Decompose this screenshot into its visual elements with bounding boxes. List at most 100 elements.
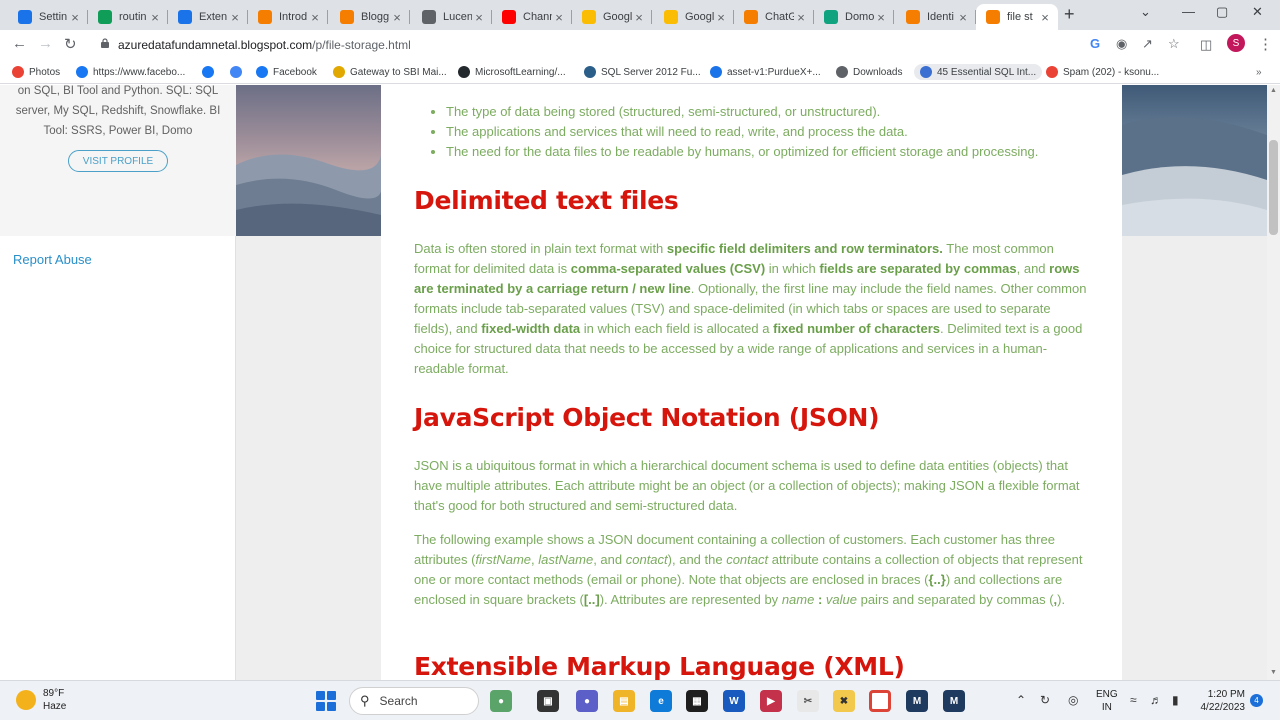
bookmark-item[interactable]: SQL Server 2012 Fu... [584,64,701,80]
browser-tab[interactable]: Googl × [572,4,652,30]
bookmark-item[interactable] [230,64,247,80]
notification-badge[interactable]: 4 [1250,694,1263,707]
tab-label: ChatG [765,11,794,23]
browser-tab[interactable]: Lucen × [412,4,492,30]
bold-run: : [814,592,826,607]
file-explorer-icon[interactable]: ▤ [613,690,635,712]
bookmark-item[interactable]: Photos [12,64,60,80]
close-icon[interactable]: × [956,10,970,25]
paint-icon[interactable]: ✖ [833,690,855,712]
visit-profile-button[interactable]: VISIT PROFILE [68,150,168,172]
chrome-icon[interactable] [869,690,891,712]
back-icon[interactable]: ← [12,35,27,52]
reload-icon[interactable]: ↻ [64,35,77,53]
chat-icon[interactable]: ● [576,690,598,712]
app-icon[interactable]: M [943,690,965,712]
browser-tab[interactable]: Domo × [814,4,894,30]
battery-icon[interactable]: ▮ [1172,693,1179,707]
tab-label: Settin [39,11,68,23]
more-bookmarks-icon[interactable]: » [1256,64,1262,80]
browser-tab[interactable]: file st × [976,4,1058,30]
browser-tab[interactable]: Identi × [896,4,976,30]
task-view-icon[interactable]: ▣ [537,690,559,712]
wifi-icon[interactable]: ≈ [1130,693,1137,707]
close-icon[interactable]: × [874,10,888,25]
bookmark-item[interactable]: MicrosoftLearning/... [458,64,566,80]
weather-widget[interactable]: 89°F Haze [16,687,66,713]
app-icon[interactable]: M [906,690,928,712]
bookmark-item[interactable]: Facebook [256,64,317,80]
bookmark-label: asset-v1:PurdueX+... [727,66,821,78]
blogger-icon [340,10,354,24]
close-icon[interactable]: × [472,10,486,25]
close-icon[interactable]: × [1038,10,1052,25]
profile-bio: on SQL, BI Tool and Python. SQL: SQL ser… [10,85,226,141]
scrollbar-thumb[interactable] [1269,140,1278,235]
navigation-bar: ← → ↻ azuredatafundamnetal.blogspot.com/… [0,30,1280,60]
bookmark-item[interactable]: Gateway to SBI Mai... [333,64,447,80]
blogger-icon [986,10,1000,24]
close-icon[interactable]: × [148,10,162,25]
close-icon[interactable]: × [68,10,82,25]
language-indicator[interactable]: ENG IN [1096,688,1118,714]
bookmark-item[interactable]: https://www.facebo... [76,64,185,80]
forward-icon[interactable]: → [38,35,53,52]
star-icon[interactable]: ☆ [1168,36,1180,52]
report-abuse-link[interactable]: Report Abuse [13,252,92,267]
bookmark-item[interactable] [202,64,219,80]
bookmark-item[interactable]: asset-v1:PurdueX+... [710,64,821,80]
close-icon[interactable]: × [308,10,322,25]
browser-tab[interactable]: Exten × [168,4,248,30]
store-icon[interactable]: ▦ [686,690,708,712]
profile-avatar[interactable]: S [1227,34,1245,52]
vertical-scrollbar[interactable]: ▲ ▼ [1267,85,1280,680]
eye-off-icon[interactable]: ◉ [1116,36,1127,52]
menu-icon[interactable]: ⋮ [1258,35,1273,53]
close-icon[interactable]: × [390,10,404,25]
windows-start-icon[interactable] [316,691,336,711]
scroll-down-icon[interactable]: ▼ [1270,669,1277,676]
browser-tab[interactable]: Blogg × [330,4,410,30]
taskbar-search[interactable]: ⚲ Search [349,687,479,715]
new-tab-icon[interactable]: + [1064,4,1075,25]
close-icon[interactable]: × [632,10,646,25]
italic-run: contact [726,552,769,567]
word-icon[interactable]: W [723,690,745,712]
widgets-icon[interactable]: ● [490,690,512,712]
snipping-tool-icon[interactable]: ✂ [797,690,819,712]
blogger-icon [906,10,920,24]
google-translate-icon[interactable]: G [1090,36,1100,51]
list-item: The need for the data files to be readab… [446,142,1088,162]
bookmark-item[interactable]: 45 Essential SQL Int... [914,64,1043,80]
chevron-down-icon[interactable]: ⌄ [1140,4,1151,20]
sidebar-toggle-icon[interactable]: ◫ [1200,37,1212,53]
browser-tab[interactable]: Googl × [654,4,734,30]
browser-tab[interactable]: ChatG × [734,4,814,30]
close-window-icon[interactable]: ✕ [1252,4,1263,20]
address-bar[interactable]: azuredatafundamnetal.blogspot.com/p/file… [90,32,1250,58]
list-item: The applications and services that will … [446,122,1088,142]
bookmark-item[interactable]: Downloads [836,64,902,80]
browser-tab[interactable]: Introd × [248,4,328,30]
scroll-up-icon[interactable]: ▲ [1270,87,1277,94]
close-icon[interactable]: × [794,10,808,25]
share-icon[interactable]: ↗ [1142,36,1153,52]
microphone-icon[interactable]: ◎ [1068,693,1078,707]
video-app-icon[interactable]: ▶ [760,690,782,712]
minimize-icon[interactable]: — [1182,4,1195,19]
close-icon[interactable]: × [714,10,728,25]
browser-tab[interactable]: Chann× [492,4,572,30]
sync-icon[interactable]: ↻ [1040,693,1050,707]
bookmark-item[interactable]: Spam (202) - ksonu... [1046,64,1159,80]
chevron-up-icon[interactable]: ⌃ [1016,693,1026,707]
maximize-icon[interactable]: ▢ [1216,4,1228,20]
system-clock[interactable]: 1:20 PM 4/22/2023 [1197,688,1246,714]
browser-tab[interactable]: routin × [88,4,168,30]
gear-icon [18,10,32,24]
volume-icon[interactable]: ♬ [1150,693,1162,707]
close-icon[interactable]: × [228,10,242,25]
edge-icon[interactable]: e [650,690,672,712]
tab-label: Identi [927,11,954,23]
browser-tab[interactable]: Settin × [8,4,88,30]
close-icon[interactable]: × [552,10,566,25]
